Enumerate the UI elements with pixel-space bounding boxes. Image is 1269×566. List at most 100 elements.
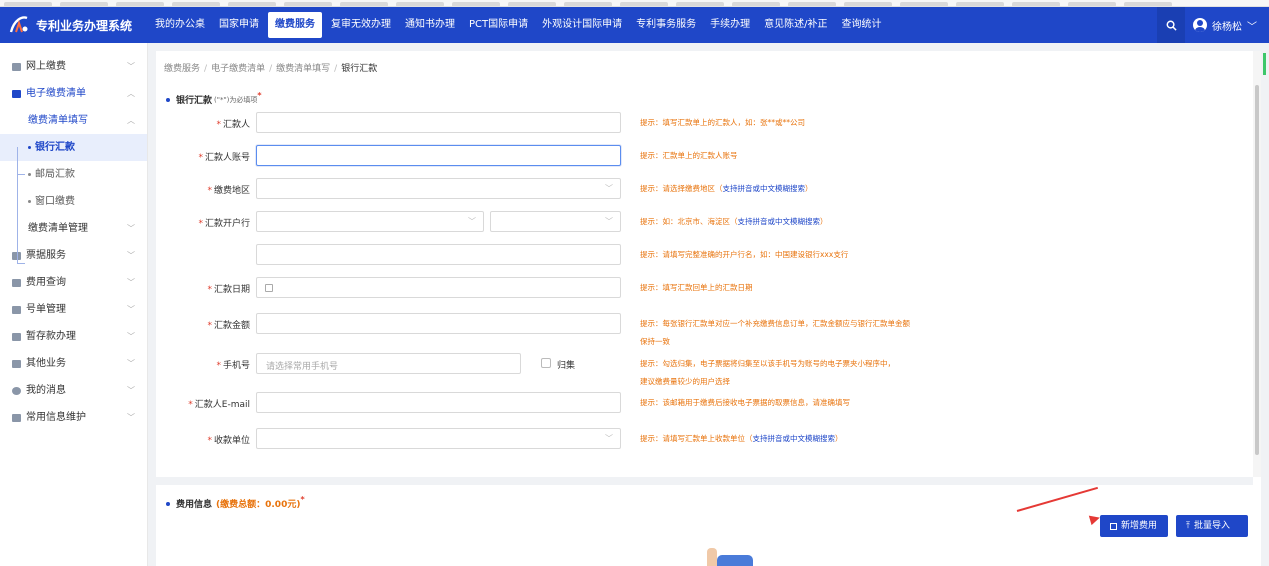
page-edge-marker [1263, 53, 1266, 75]
add-icon [1110, 522, 1117, 530]
chevron-up-icon: ︿ [127, 89, 135, 98]
chevron-down-icon: ﹀ [127, 359, 135, 368]
section-divider [156, 477, 1253, 485]
nav-notice[interactable]: 通知书办理 [398, 7, 462, 43]
message-icon [12, 386, 21, 395]
breadcrumb-item[interactable]: 缴费服务 [164, 64, 200, 74]
sidebar-item-label: 窗口缴费 [35, 196, 75, 207]
amount-label: * 汇款金额 [207, 321, 250, 331]
number-icon [12, 305, 21, 314]
nav-reexamination[interactable]: 复审无效办理 [324, 7, 398, 43]
add-fee-button[interactable]: 新增费用 [1100, 515, 1168, 537]
bank-city-select[interactable]: ﹀ [490, 211, 621, 232]
account-input[interactable] [256, 145, 621, 166]
nav-fee-service[interactable]: 缴费服务 [268, 12, 322, 38]
amount-input[interactable] [256, 313, 621, 334]
bullet-icon [28, 173, 31, 176]
sidebar-item-fee-list-management[interactable]: 缴费清单管理 ﹀ [0, 215, 147, 242]
breadcrumb-item[interactable]: 电子缴费清单 [211, 64, 265, 74]
remitter-hint: 提示：填写汇款单上的汇款人，如：张**或**公司 [640, 118, 805, 127]
nav-procedures[interactable]: 手续办理 [703, 7, 757, 43]
sidebar-item-invoice-service[interactable]: 票据服务 ﹀ [0, 242, 147, 269]
sidebar-item-other-business[interactable]: 其他业务 ﹀ [0, 350, 147, 377]
payee-select[interactable]: ﹀ [256, 428, 621, 449]
nav-my-desk[interactable]: 我的办公桌 [148, 7, 212, 43]
batch-import-button-label: 批量导入 [1193, 521, 1230, 531]
chevron-down-icon: ﹀ [127, 413, 135, 422]
app-logo[interactable]: 专利业务办理系统 [0, 7, 148, 43]
sidebar-item-fee-query[interactable]: 费用查询 ﹀ [0, 269, 147, 296]
bank-icon [12, 62, 21, 71]
batch-import-button[interactable]: ⤒ 批量导入 [1176, 515, 1248, 537]
bank-name-hint: 提示：请填写完整准确的开户行名，如：中国建设银行xxx支行 [640, 250, 849, 259]
sidebar-item-label: 票据服务 [26, 250, 66, 261]
other-icon [12, 359, 21, 368]
section-title-bank-transfer: 银行汇款 ("*")为必填项 * [166, 91, 262, 106]
nav-patent-affairs[interactable]: 专利事务服务 [629, 7, 703, 43]
fee-total: (缴费总额：0.00元) [216, 500, 301, 510]
chevron-down-icon: ﹀ [127, 278, 135, 287]
phone-hint: 提示：勾选归集，电子票据将归集至以该手机号为账号的电子票夹小程序中， [640, 359, 895, 368]
bullet-icon [166, 501, 170, 506]
form-row-region: * 缴费地区 ﹀ 提示：请选择缴费地区（支持拼音或中文模糊搜索） [156, 178, 1261, 200]
sidebar-item-label: 缴费清单填写 [28, 115, 88, 126]
date-picker[interactable] [256, 277, 621, 298]
remitter-input[interactable] [256, 112, 621, 133]
breadcrumb: 缴费服务 / 电子缴费清单 / 缴费清单填写 / 银行汇款 [164, 64, 378, 74]
bank-name-input[interactable] [256, 244, 621, 265]
nav-design-international[interactable]: 外观设计国际申请 [535, 7, 629, 43]
sidebar-item-my-messages[interactable]: 我的消息 ﹀ [0, 377, 147, 404]
user-menu[interactable]: 徐杨松 ﹀ [1185, 18, 1269, 33]
chevron-down-icon: ﹀ [605, 184, 613, 193]
app-title: 专利业务办理系统 [36, 18, 133, 33]
phone-select[interactable]: 请选择常用手机号 [256, 353, 521, 374]
logo-icon [9, 16, 28, 33]
sidebar-item-label: 银行汇款 [35, 142, 75, 153]
region-label: * 缴费地区 [207, 186, 250, 196]
add-fee-button-label: 新增费用 [1121, 521, 1158, 531]
form-row-email: * 汇款人E-mail 提示：该邮箱用于缴费后接收电子票据的取票信息，请准确填写 [156, 392, 1261, 414]
chevron-down-icon: ﹀ [127, 251, 135, 260]
sidebar-item-fill-fee-list[interactable]: 缴费清单填写 ︿ [0, 107, 147, 134]
sidebar-item-bank-transfer[interactable]: 银行汇款 [0, 134, 147, 161]
phone-placeholder: 请选择常用手机号 [266, 362, 339, 372]
chevron-down-icon: ﹀ [127, 386, 135, 395]
email-input[interactable] [256, 392, 621, 413]
chevron-down-icon: ﹀ [1247, 21, 1257, 33]
nav-right: 徐杨松 ﹀ [1157, 7, 1269, 43]
bank-label: * 汇款开户行 [198, 219, 250, 229]
breadcrumb-item[interactable]: 缴费清单填写 [276, 64, 330, 74]
nav-national-application[interactable]: 国家申请 [212, 7, 266, 43]
tree-line [17, 263, 25, 264]
chevron-down-icon: ﹀ [127, 62, 135, 71]
nav-statistics[interactable]: 查询统计 [835, 7, 889, 43]
scrollbar-thumb[interactable] [1255, 85, 1259, 455]
account-label: * 汇款人账号 [198, 153, 250, 163]
amount-hint-2: 保持一致 [640, 337, 670, 346]
sidebar: 网上缴费 ﹀ 电子缴费清单 ︿ 缴费清单填写 ︿ 银行汇款 邮局汇款 窗口缴费 … [0, 43, 148, 566]
form-row-date: * 汇款日期 提示：填写汇款回单上的汇款日期 [156, 277, 1261, 299]
phone-label: * 手机号 [216, 361, 250, 371]
bank-province-select[interactable]: ﹀ [256, 211, 484, 232]
sidebar-item-common-info[interactable]: 常用信息维护 ﹀ [0, 404, 147, 431]
required-star: * [257, 91, 262, 100]
chevron-down-icon: ﹀ [605, 217, 613, 226]
upload-icon: ⤒ [1186, 521, 1190, 531]
tree-line [17, 147, 18, 264]
nav-opinion[interactable]: 意见陈述/补正 [757, 7, 834, 43]
illustration-image [697, 545, 757, 566]
region-select[interactable]: ﹀ [256, 178, 621, 199]
top-navigation: 专利业务办理系统 我的办公桌 国家申请 缴费服务 复审无效办理 通知书办理 PC… [0, 7, 1269, 43]
sidebar-item-electronic-fee-list[interactable]: 电子缴费清单 ︿ [0, 80, 147, 107]
search-button[interactable] [1157, 7, 1185, 43]
fee-title: 费用信息 [176, 500, 213, 510]
sidebar-item-online-payment[interactable]: 网上缴费 ﹀ [0, 53, 147, 80]
collect-checkbox[interactable] [541, 358, 551, 368]
sidebar-item-number-management[interactable]: 号单管理 ﹀ [0, 296, 147, 323]
sidebar-item-deposit[interactable]: 暂存款办理 ﹀ [0, 323, 147, 350]
amount-hint: 提示：每张银行汇款单对应一个补充缴费信息订单，汇款金额应与银行汇款单金额 [640, 319, 910, 328]
sidebar-item-window-payment[interactable]: 窗口缴费 [0, 188, 147, 215]
sidebar-item-label: 号单管理 [26, 304, 66, 315]
sidebar-item-label: 费用查询 [26, 277, 66, 288]
nav-pct[interactable]: PCT国际申请 [462, 7, 535, 43]
